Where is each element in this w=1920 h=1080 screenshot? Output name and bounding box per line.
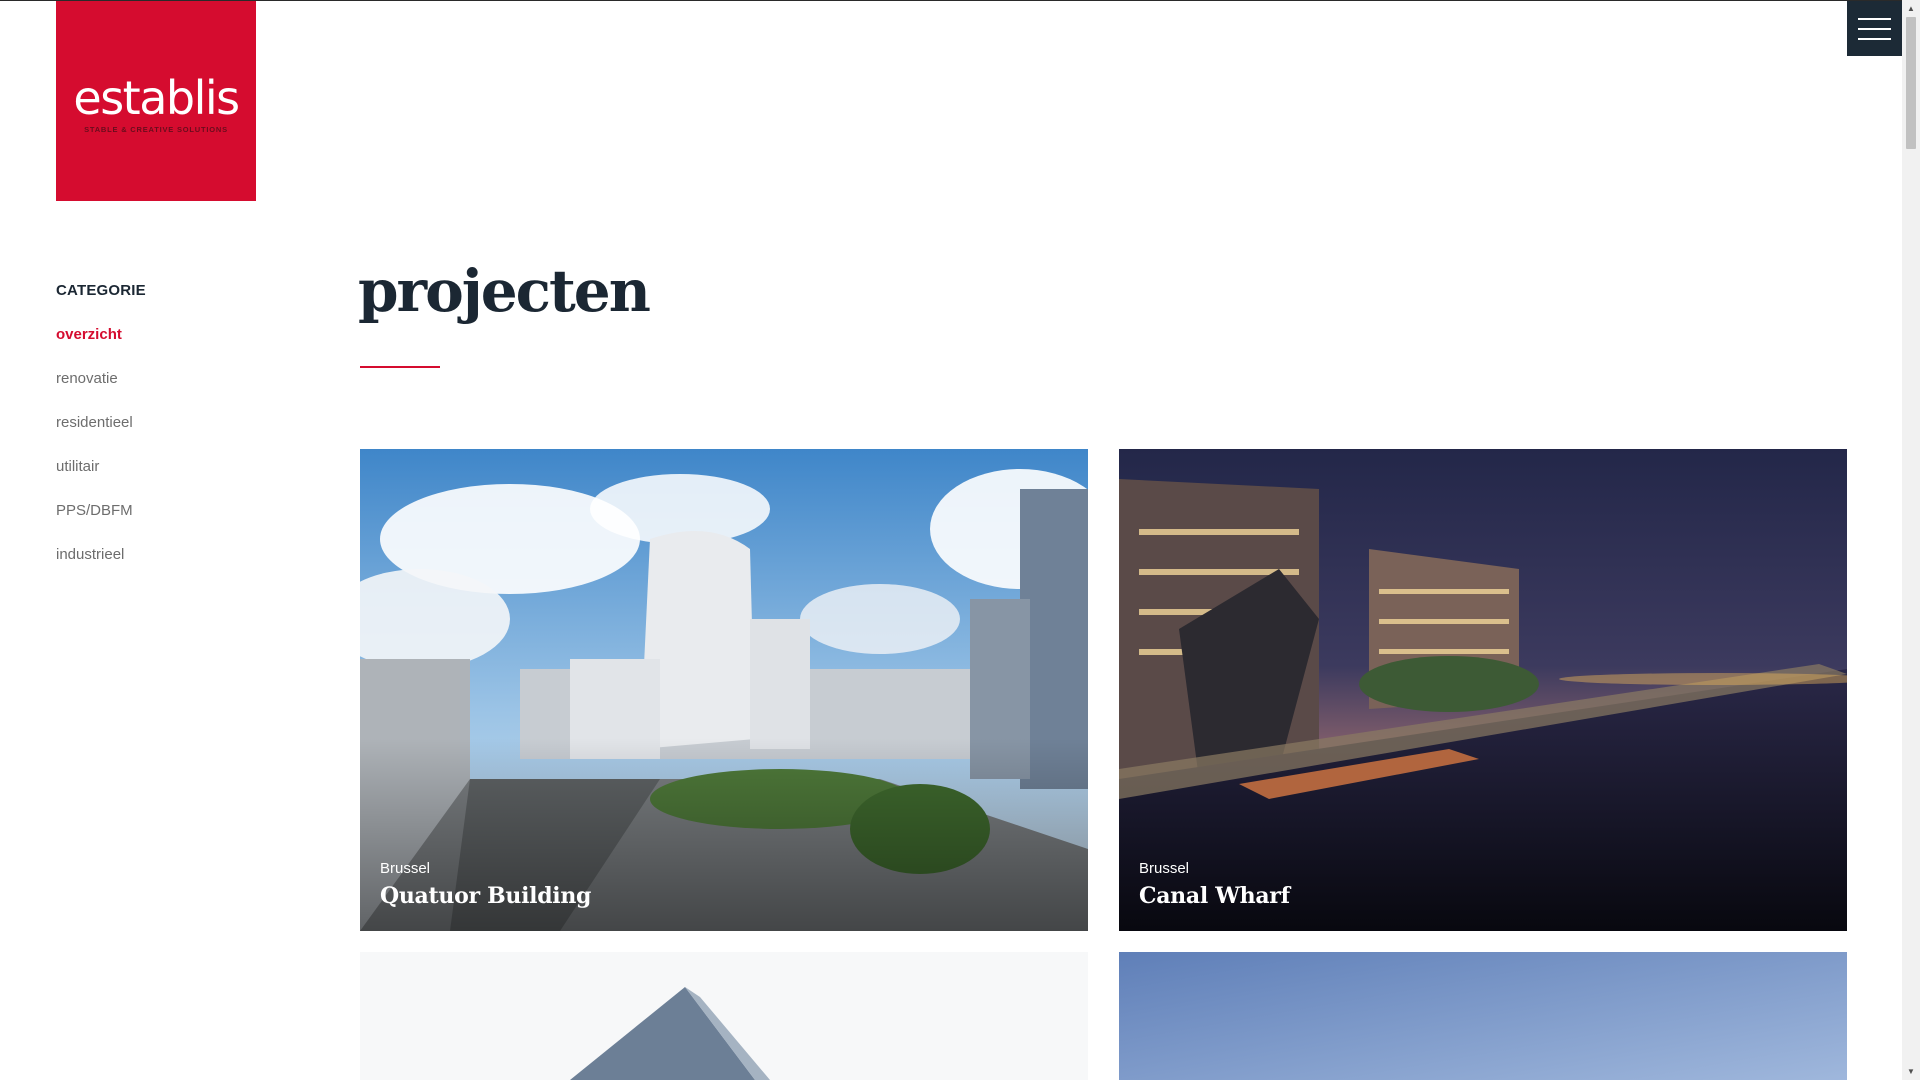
category-item-residentieel: residentieel [56, 414, 296, 458]
title-underline [360, 366, 440, 368]
hamburger-menu-icon-line [1858, 17, 1891, 20]
logo-wordmark: establis [73, 70, 240, 125]
project-card-3[interactable] [360, 952, 1088, 1080]
scrollbar-thumb[interactable] [1906, 17, 1916, 149]
scroll-down-arrow-icon[interactable]: ▼ [1902, 1063, 1920, 1080]
page-title: projecten [358, 257, 651, 325]
project-card-canal-wharf[interactable]: Brussel Canal Wharf [1119, 449, 1847, 931]
category-heading: CATEGORIE [56, 282, 146, 299]
category-item-pps-dbfm: PPS/DBFM [56, 502, 296, 546]
category-item-industrieel: industrieel [56, 546, 296, 590]
project-name: Quatuor Building [380, 883, 592, 909]
scroll-up-arrow-icon[interactable]: ▲ [1902, 0, 1920, 17]
project-card-quatuor-building[interactable]: Brussel Quatuor Building [360, 449, 1088, 931]
project-card-4[interactable] [1119, 952, 1847, 1080]
hamburger-menu-icon-line [1858, 27, 1891, 30]
category-sidebar: CATEGORIE overzicht renovatie residentie… [56, 282, 296, 590]
project-image-canal-wharf [1119, 449, 1847, 931]
category-item-overzicht: overzicht [56, 326, 296, 370]
category-link-renovatie[interactable]: renovatie [56, 370, 118, 387]
category-link-utilitair[interactable]: utilitair [56, 458, 99, 475]
top-border [0, 0, 1902, 1]
project-caption: Brussel Canal Wharf [1139, 860, 1290, 909]
project-image-quatuor-building [360, 449, 1088, 931]
project-city: Brussel [380, 860, 431, 877]
category-link-overzicht[interactable]: overzicht [56, 326, 122, 343]
category-item-utilitair: utilitair [56, 458, 296, 502]
logo-tagline: STABLE & CREATIVE SOLUTIONS [84, 124, 228, 134]
hamburger-menu-button[interactable] [1847, 1, 1902, 56]
vertical-scrollbar[interactable]: ▲ ▼ [1902, 0, 1920, 1080]
category-link-industrieel[interactable]: industrieel [56, 546, 124, 563]
project-image-3 [360, 952, 1088, 1080]
project-image-4 [1119, 952, 1847, 1080]
hamburger-menu-icon-line [1858, 37, 1891, 40]
category-link-residentieel[interactable]: residentieel [56, 414, 133, 431]
category-list: overzicht renovatie residentieel utilita… [56, 326, 296, 590]
project-name: Canal Wharf [1139, 883, 1290, 909]
logo[interactable]: establis STABLE & CREATIVE SOLUTIONS [56, 1, 256, 201]
project-caption: Brussel Quatuor Building [380, 860, 591, 909]
category-link-pps-dbfm[interactable]: PPS/DBFM [56, 502, 133, 519]
project-city: Brussel [1139, 860, 1190, 877]
category-item-renovatie: renovatie [56, 370, 296, 414]
